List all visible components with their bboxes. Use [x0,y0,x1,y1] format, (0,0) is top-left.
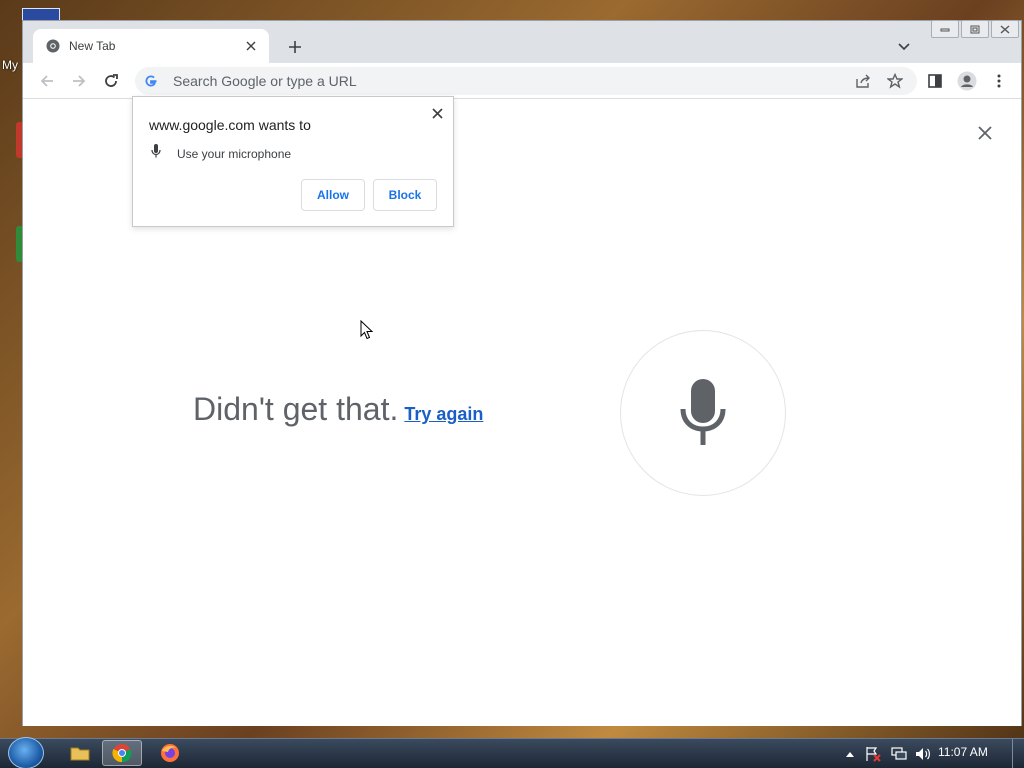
window-controls [929,20,1019,38]
chrome-icon [45,38,61,54]
address-bar[interactable]: Search Google or type a URL [135,67,917,95]
file-explorer-icon[interactable] [60,740,100,766]
permission-item: Use your microphone [151,144,291,163]
popup-close-icon[interactable] [429,105,445,121]
action-center-flag-icon[interactable] [864,745,882,763]
back-arrow-icon[interactable] [35,69,59,93]
start-button[interactable] [8,737,44,768]
forward-arrow-icon[interactable] [67,69,91,93]
close-window-button[interactable] [991,20,1019,38]
microphone-icon [151,144,161,163]
tab-new-tab[interactable]: New Tab [33,29,269,63]
show-desktop-button[interactable] [1012,739,1024,768]
show-hidden-icons-icon[interactable] [844,745,856,763]
microphone-icon [680,379,726,445]
reload-icon[interactable] [99,69,123,93]
omnibox-placeholder: Search Google or type a URL [173,73,357,89]
maximize-button[interactable] [961,20,989,38]
browser-toolbar: Search Google or type a URL [23,63,1021,99]
popup-title: www.google.com wants to [149,117,311,133]
tab-search-chevron-icon[interactable] [893,36,915,58]
system-clock[interactable]: 11:07 AM [938,745,988,759]
desktop-icon-label[interactable]: My [2,58,18,72]
side-panel-icon[interactable] [921,67,949,95]
share-icon[interactable] [849,67,877,95]
voice-search-message: Didn't get that. Try again [193,391,483,428]
profile-avatar-icon[interactable] [953,67,981,95]
tab-strip: New Tab [23,20,1021,63]
mouse-cursor-icon [360,320,374,340]
mic-button[interactable] [620,330,786,496]
tab-title: New Tab [69,39,116,53]
allow-button[interactable]: Allow [301,179,365,211]
kebab-menu-icon[interactable] [985,67,1013,95]
chrome-icon[interactable] [102,740,142,766]
block-button[interactable]: Block [373,179,437,211]
permission-label: Use your microphone [177,146,292,161]
network-icon[interactable] [890,745,908,763]
minimize-button[interactable] [931,20,959,38]
google-g-icon [143,73,159,89]
error-text: Didn't get that. [193,391,399,427]
bookmark-star-icon[interactable] [881,67,909,95]
try-again-link[interactable]: Try again [404,404,483,425]
new-tab-button[interactable] [283,35,307,59]
close-icon[interactable] [975,123,995,143]
tab-close-icon[interactable] [243,38,259,54]
permission-popup: www.google.com wants to Use your microph… [132,96,454,227]
firefox-icon[interactable] [150,740,190,766]
volume-icon[interactable] [914,745,932,763]
